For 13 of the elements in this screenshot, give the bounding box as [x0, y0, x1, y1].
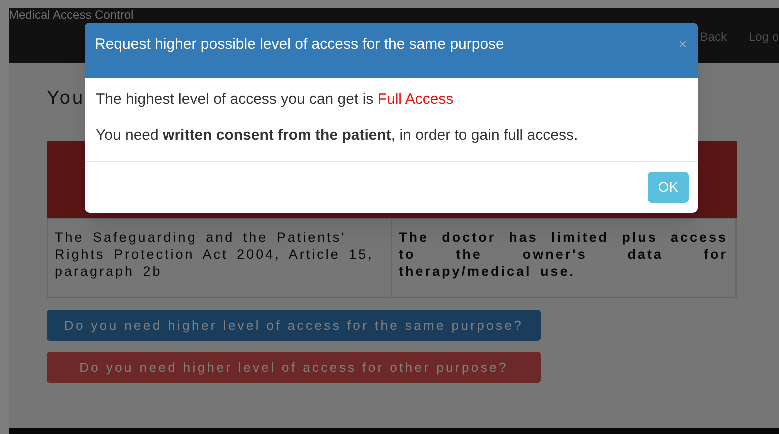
modal-text: You need written consent from the patient, in order to gain full access. — [96, 126, 580, 146]
table-cell: The doctor has limited plus access to the owner's data for therapy/medical use. — [392, 219, 736, 297]
ok-button[interactable]: OK — [648, 172, 689, 203]
table-cell: The Safeguarding and the Patients' Rights Protection Act 2004, Article 15, paragraph 2b — [48, 219, 392, 297]
modal-text: The highest level of access you can get is Full Access — [96, 90, 455, 110]
close-button[interactable]: × — [678, 37, 687, 51]
nav-link[interactable]: Back — [700, 28, 727, 46]
question-button[interactable]: Do you need higher level of access for the same purpose? — [47, 310, 541, 341]
nav-link[interactable]: Log o — [748, 28, 779, 46]
modal-title: Request higher possible level of access for the same purpose — [95, 35, 504, 55]
brand-title[interactable]: Medical Access Control — [9, 8, 134, 22]
question-button[interactable]: Do you need higher level of access for other purpose? — [47, 352, 541, 383]
page-heading: You — [47, 87, 86, 111]
